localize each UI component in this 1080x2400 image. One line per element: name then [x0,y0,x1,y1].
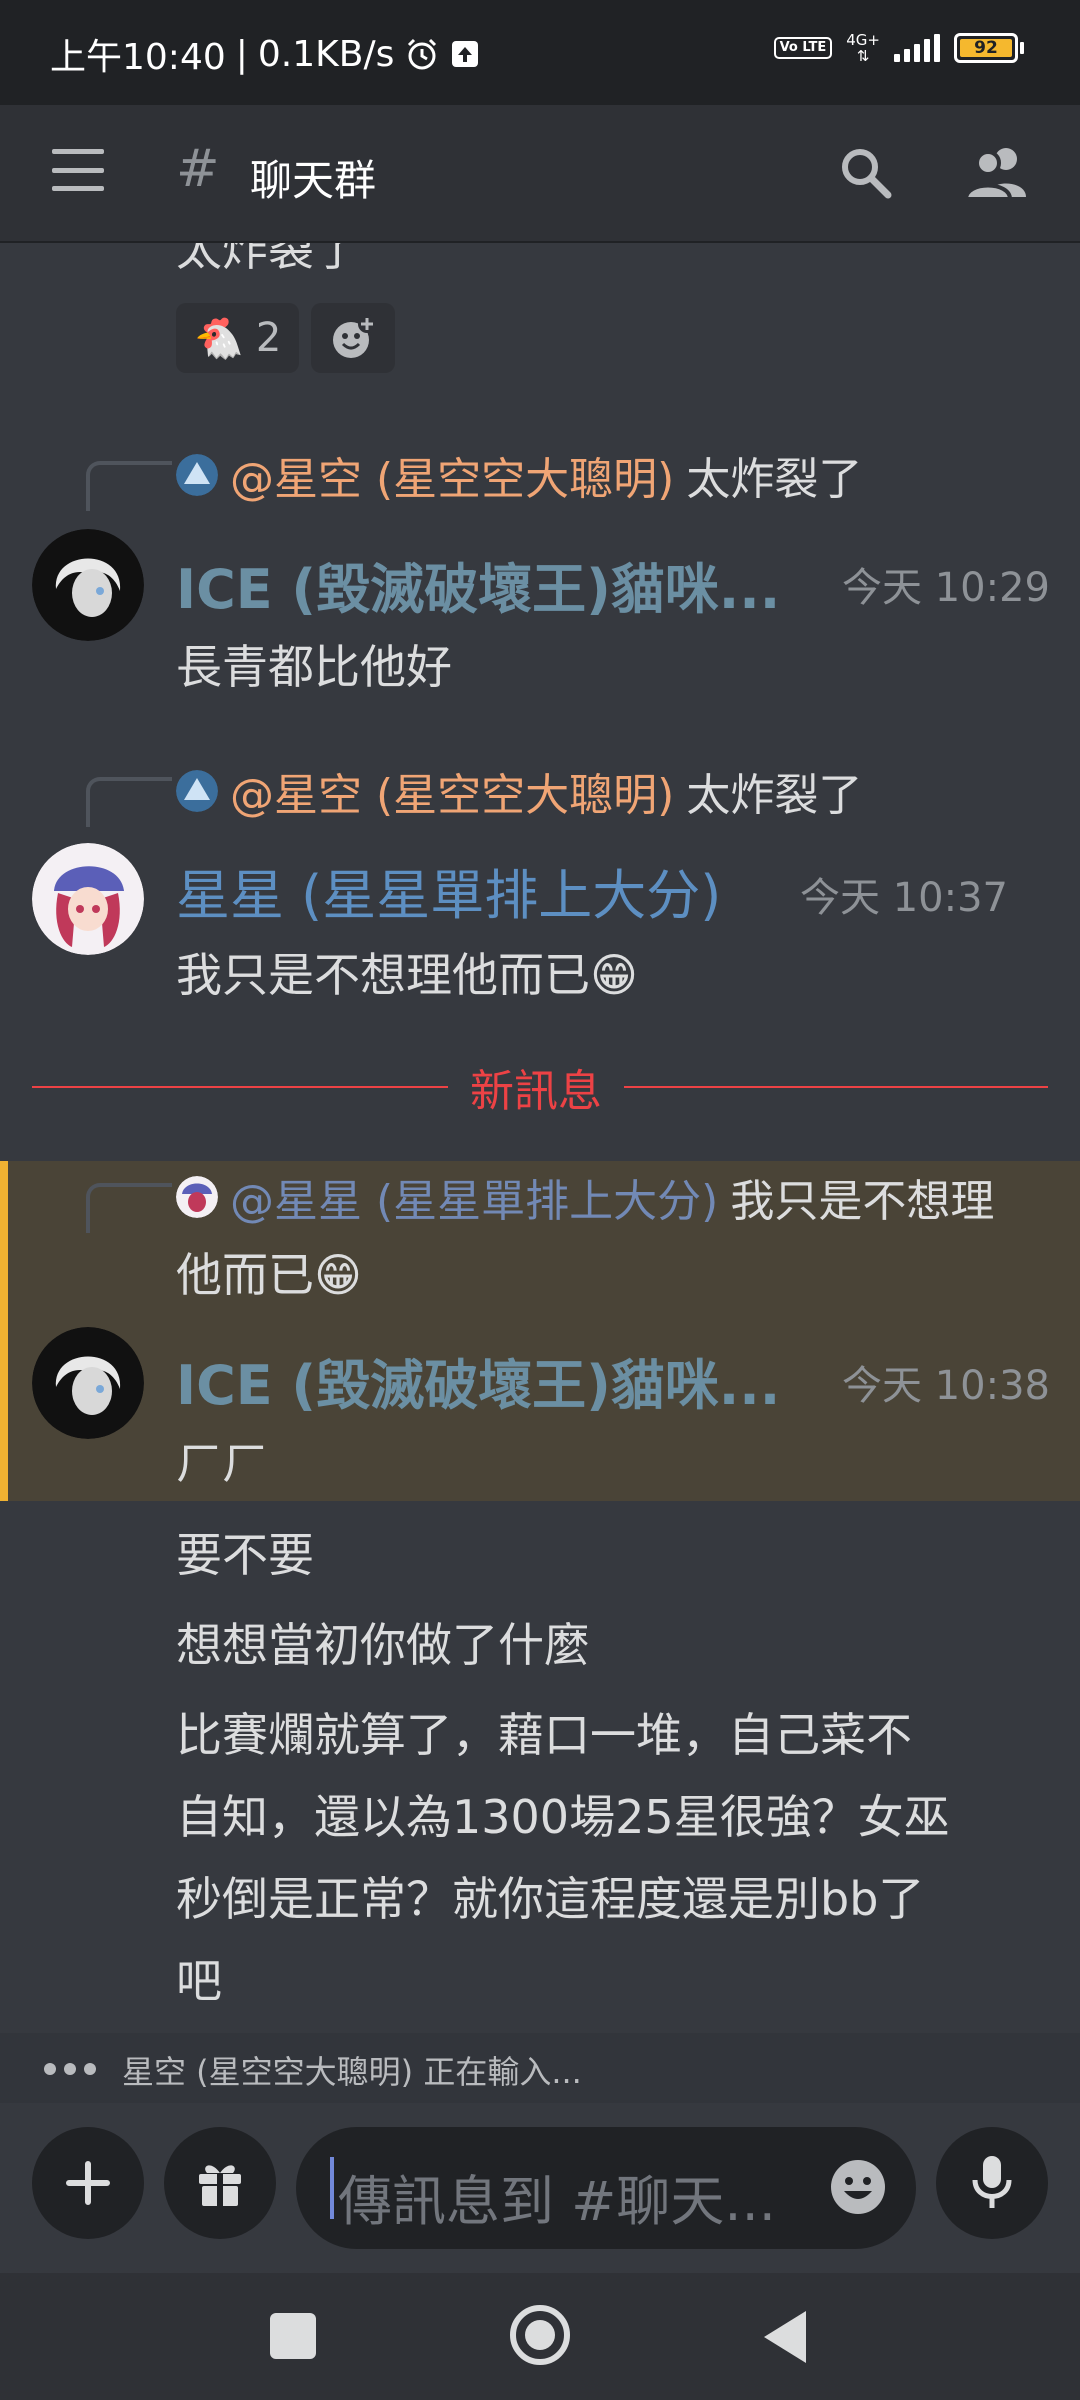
home-button[interactable] [510,2305,570,2365]
battery-icon: 92 [954,33,1024,63]
upload-icon [452,41,479,67]
recents-button[interactable] [270,2313,316,2359]
net-speed: 0.1KB/s [257,33,395,75]
network-type: 4G+ ⇅ [846,31,880,65]
members-icon[interactable] [964,141,1028,203]
status-bar: 上午10:40 | 0.1KB/s Vo LTE 4G+ ⇅ 92 [0,0,1080,105]
reply-connector [86,461,172,511]
message-input[interactable]: 傳訊息到 #聊天... [296,2127,916,2249]
chicken-emoji: 🐔 [194,315,244,362]
message-list[interactable]: 太炸裂了 🐔 2 @星空 (星空空大聰明) 太炸裂了 ICE (毀滅破壞王)貓咪… [0,243,1080,2033]
menu-icon[interactable] [52,149,104,191]
typing-indicator: 星空 (星空空大聰明) 正在輸入... [0,2033,1080,2103]
reply-preview[interactable]: @星空 (星空空大聰明) 太炸裂了 [176,443,862,507]
search-icon[interactable] [836,143,896,203]
message-author[interactable]: 星星 (星星單排上大分) [176,851,721,930]
avatar[interactable] [32,843,144,955]
reply-text-continued: 他而已😁 [176,1248,362,1302]
message-text: 自知，還以為1300場25星很強？女巫 [176,1790,950,1844]
avatar[interactable] [32,1327,144,1439]
alarm-icon [408,38,437,70]
reply-mention[interactable]: @星星 (星星單排上大分) [230,1165,718,1229]
status-time: 上午10:40 [50,37,226,78]
mini-avatar [176,770,218,812]
reply-text: 太炸裂了 [686,454,863,505]
message-text: 要不要 [176,1528,314,1582]
new-messages-label: 新訊息 [448,1055,624,1119]
gift-button[interactable] [164,2127,276,2239]
add-reaction-icon [333,315,377,358]
message-text: 秒倒是正常？就你這程度還是別bb了 [176,1872,925,1926]
reply-mention[interactable]: @星空 (星空空大聰明) [230,443,674,507]
attach-button[interactable] [32,2127,144,2239]
reply-preview[interactable]: @星星 (星星單排上大分) 我只是不想理 [176,1165,994,1229]
status-left: 上午10:40 | 0.1KB/s [50,28,480,80]
reply-mention[interactable]: @星空 (星空空大聰明) [230,759,674,823]
reply-preview[interactable]: @星空 (星空空大聰明) 太炸裂了 [176,759,862,823]
message-text: 比賽爛就算了，藉口一堆，自己菜不 [176,1708,912,1762]
message-text: 長青都比他好 [176,640,452,694]
reactions: 🐔 2 [176,303,396,373]
text-caret [330,2157,334,2219]
reply-connector [86,1183,172,1233]
emoji-icon[interactable] [828,2157,888,2217]
reaction-chicken[interactable]: 🐔 2 [176,303,300,373]
reaction-count: 2 [255,315,282,361]
message-author[interactable]: ICE (毀滅破壞王)貓咪... [176,545,780,624]
system-nav-bar [0,2273,1080,2400]
message-text: 太炸裂了 [176,243,360,276]
message-timestamp: 今天 10:38 [842,1363,1050,1409]
typing-text: 星空 (星空空大聰明) 正在輸入... [122,2053,582,2091]
mini-avatar [176,1176,218,1218]
message-text: 我只是不想理他而已😁 [176,948,638,1002]
reply-text: 太炸裂了 [686,770,863,821]
message-text: 想想當初你做了什麼 [176,1618,590,1672]
voice-button[interactable] [936,2127,1048,2239]
volte-badge: Vo LTE [773,37,833,59]
mini-avatar [176,454,218,496]
battery-level: 92 [960,38,1012,58]
plus-icon [66,2161,110,2205]
channel-name[interactable]: 聊天群 [250,147,376,208]
message-text: 吧 [176,1954,222,2008]
reply-connector [86,777,172,827]
message-timestamp: 今天 10:29 [842,565,1050,611]
typing-dots-icon [44,2063,96,2075]
message-composer: 傳訊息到 #聊天... [0,2103,1080,2273]
channel-header: # 聊天群 [0,105,1080,243]
back-button[interactable] [764,2311,806,2363]
message-text: ㄏㄏ [176,1436,268,1490]
microphone-icon [972,2156,1012,2208]
gift-icon [199,2165,241,2206]
message-author[interactable]: ICE (毀滅破壞王)貓咪... [176,1341,780,1420]
input-placeholder: 傳訊息到 #聊天... [338,2170,776,2233]
add-reaction-button[interactable] [311,303,396,373]
message-timestamp: 今天 10:37 [800,875,1008,921]
channel-hash-icon: # [176,139,220,199]
reply-text: 我只是不想理 [730,1176,995,1227]
signal-icon [894,34,940,62]
status-right: Vo LTE 4G+ ⇅ 92 [773,31,1024,65]
avatar[interactable] [32,529,144,641]
